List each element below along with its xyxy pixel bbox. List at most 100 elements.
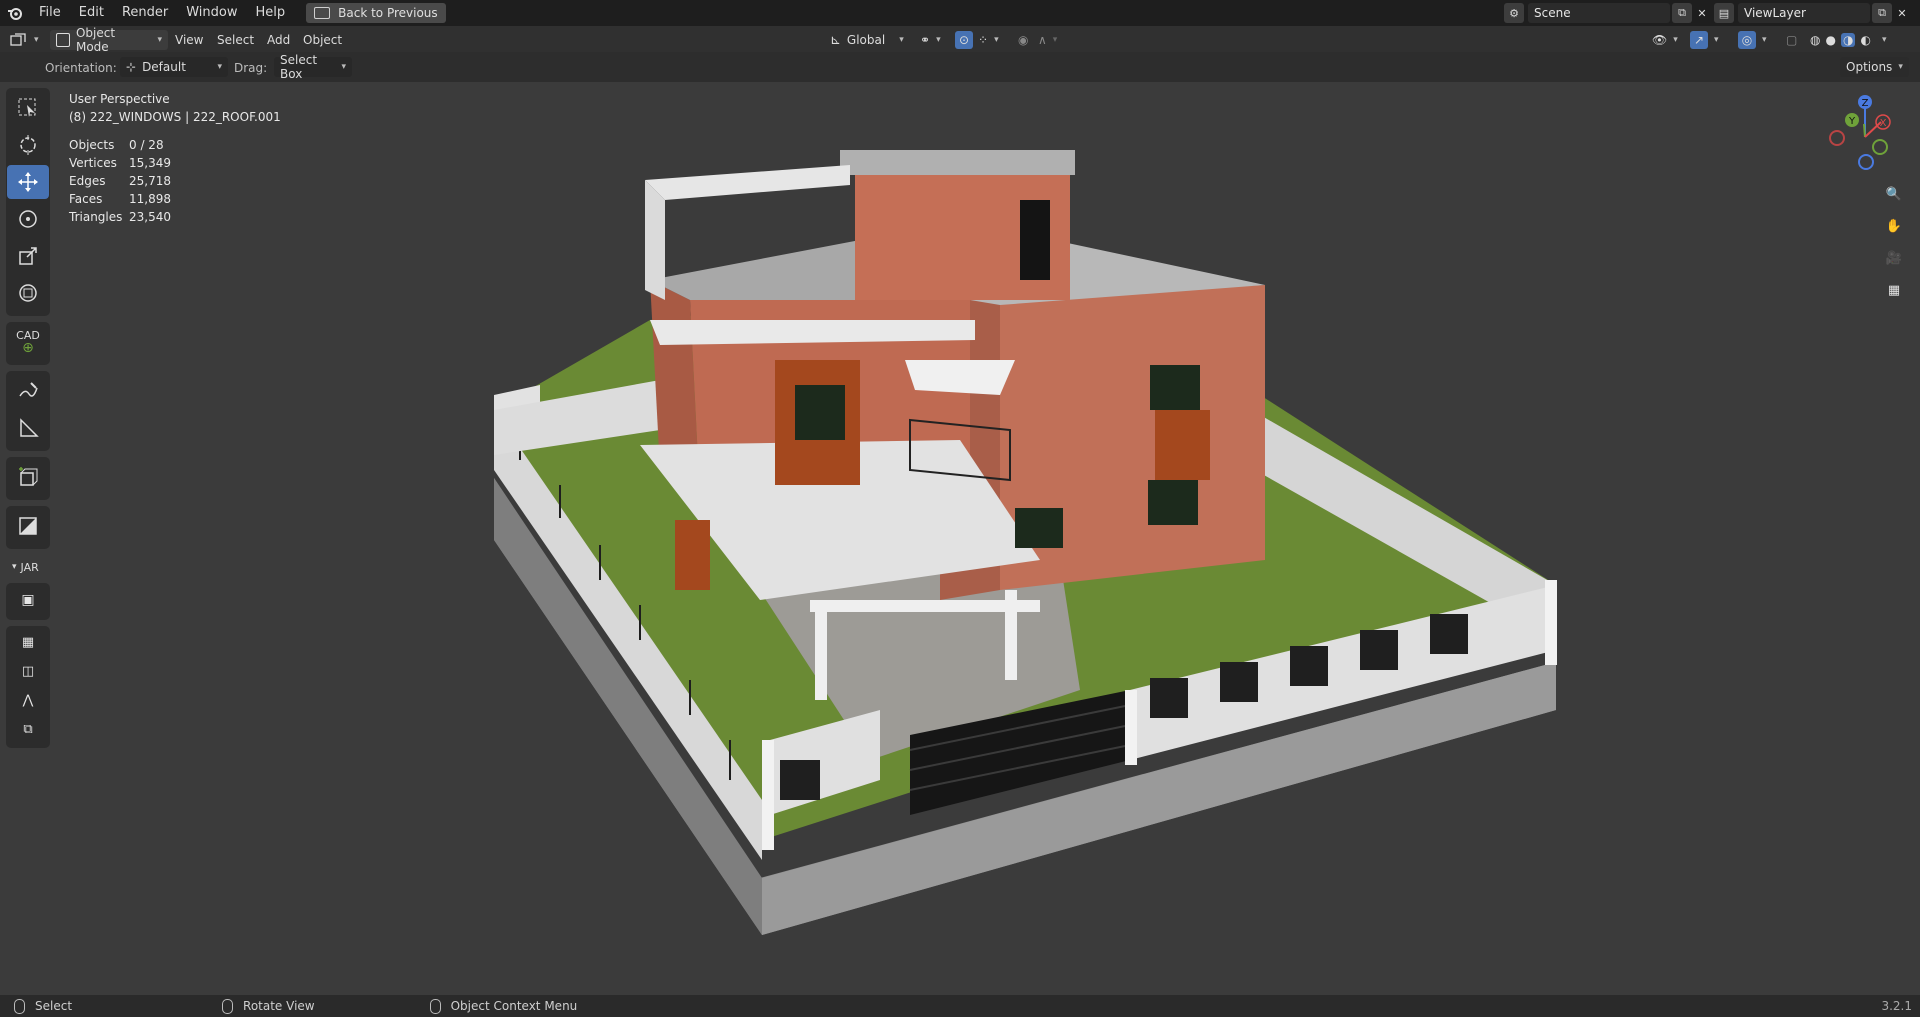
material-preview-icon[interactable]: ◑ [1840,33,1856,47]
solid-shading-icon[interactable]: ● [1825,33,1835,47]
snap-icon: ⊙ [955,31,973,49]
zoom-icon[interactable]: 🔍 [1880,180,1908,208]
orientation-icon: ⊹ [126,60,137,74]
overlays-icon: ◎ [1738,31,1756,49]
box-icon: ⧉ [23,721,33,737]
version-label: 3.2.1 [1881,999,1912,1013]
rendered-shading-icon[interactable]: ◐ [1860,33,1870,47]
new-scene-icon[interactable]: ⧉ [1672,3,1692,23]
pencil-icon [19,382,38,397]
box-tool[interactable]: ⧉ [7,716,49,742]
shading-options-icon[interactable]: ▾ [1882,35,1887,45]
3d-viewport[interactable]: User Perspective (8) 222_WINDOWS | 222_R… [0,82,1920,995]
menu-render[interactable]: Render [113,0,177,26]
menu-view[interactable]: View [175,30,203,50]
falloff-icon: ∧ [1038,33,1047,47]
mode-dropdown[interactable]: Object Mode ▾ [50,26,168,54]
menu-add[interactable]: Add [267,30,290,50]
eye-icon: 👁 [1652,33,1668,47]
proportional-edit-button[interactable]: ◉ [1018,30,1028,50]
view-layer-icon[interactable]: ▤ [1714,3,1734,23]
window [795,385,845,440]
stat-row: Edges 25,718 [69,172,281,190]
jar-tool-1[interactable]: ▣ [7,586,49,614]
view-layer-field[interactable]: ViewLayer [1738,3,1870,23]
cursor-tool[interactable] [7,128,49,162]
status-select: Select [14,998,72,1014]
tool-group-transform [6,88,50,316]
roof-tool[interactable]: ⋀ [7,687,49,713]
move-tool[interactable] [7,165,49,199]
menu-file[interactable]: File [30,0,70,26]
stat-label: Vertices [69,156,117,170]
pivot-point-button[interactable]: ⚭ ▾ [920,30,941,50]
rotate-icon [19,210,37,228]
transform-icon [19,284,37,302]
roof-icon: ⋀ [22,692,34,708]
pivot-icon: ⚭ [920,33,931,47]
scale-tool[interactable] [7,239,49,273]
menu-select[interactable]: Select [217,30,254,50]
scene-field[interactable]: Scene [1528,3,1670,23]
blender-logo-icon[interactable] [0,0,30,26]
snap-target-button[interactable]: ⁘ ▾ [978,30,999,50]
jar-tool-icon: ▣ [21,592,35,608]
delete-scene-icon[interactable]: ✕ [1692,3,1712,23]
tool-group-add [6,457,50,500]
drag-dropdown[interactable]: Select Box ▾ [274,53,352,81]
door-tool[interactable]: ◫ [7,658,49,684]
door-icon: ◫ [21,663,35,679]
cad-tool[interactable]: CAD ⊕ [7,325,49,359]
neg-z-axis-handle[interactable] [1858,154,1874,170]
menu-object[interactable]: Object [303,30,342,50]
measure-tool[interactable] [7,411,49,445]
menu-window[interactable]: Window [177,0,246,26]
neg-x-axis-handle[interactable] [1829,130,1845,146]
gizmo-toggle[interactable]: ↗ ▾ [1690,30,1719,50]
falloff-button[interactable]: ∧ ▾ [1038,30,1057,50]
stat-value: 23,540 [129,210,171,224]
top-menu-bar: File Edit Render Window Help Back to Pre… [0,0,1920,26]
scene-name: Scene [1534,6,1571,20]
visibility-button[interactable]: 👁 ▾ [1652,30,1678,50]
snap-toggle[interactable]: ⊙ [955,30,973,50]
new-view-layer-icon[interactable]: ⧉ [1872,3,1892,23]
editor-type-icon [10,33,26,46]
image-tool[interactable] [7,509,49,543]
jar-panel-header[interactable]: ▾ JAR [12,557,50,577]
wireframe-shading-icon[interactable]: ◍ [1810,33,1820,47]
transform-tool[interactable] [7,276,49,310]
select-box-tool[interactable] [7,91,49,125]
xray-icon: ▢ [1786,33,1798,47]
navigation-gizmo[interactable]: Z Y X [1820,92,1910,172]
pan-hand-icon[interactable]: ✋ [1880,212,1908,240]
stat-row: Triangles 23,540 [69,208,281,226]
add-cube-icon [19,467,38,486]
delete-view-layer-icon[interactable]: ✕ [1892,3,1912,23]
add-cube-tool[interactable] [7,460,49,494]
menu-help[interactable]: Help [247,0,295,26]
transform-orientation-dropdown[interactable]: ⊾ Global ▾ [830,30,904,50]
annotate-tool[interactable] [7,374,49,408]
menu-edit[interactable]: Edit [70,0,113,26]
stat-value: 11,898 [129,192,171,206]
rotate-tool[interactable] [7,202,49,236]
perspective-grid-icon[interactable]: ▦ [1880,276,1908,304]
camera-icon[interactable]: 🎥 [1880,244,1908,272]
options-dropdown[interactable]: Options ▾ [1840,57,1909,77]
view-layer-name: ViewLayer [1744,6,1806,20]
neg-y-axis-handle[interactable] [1872,139,1888,155]
right-mouse-icon [429,998,441,1014]
grid-tool[interactable]: ▦ [7,629,49,655]
back-to-previous-button[interactable]: Back to Previous [306,3,446,23]
proportional-icon: ◉ [1018,33,1029,47]
ruler-icon [20,418,39,437]
drag-value: Select Box [280,53,318,81]
stat-value: 0 / 28 [129,138,164,152]
editor-type-button[interactable]: ▾ [10,30,39,50]
status-context: Object Context Menu [429,998,577,1014]
xray-toggle[interactable]: ▢ [1786,30,1797,50]
scene-icon[interactable]: ⚙ [1504,3,1524,23]
overlays-toggle[interactable]: ◎ ▾ [1738,30,1767,50]
orientation-dropdown[interactable]: ⊹ Default ▾ [120,57,228,77]
